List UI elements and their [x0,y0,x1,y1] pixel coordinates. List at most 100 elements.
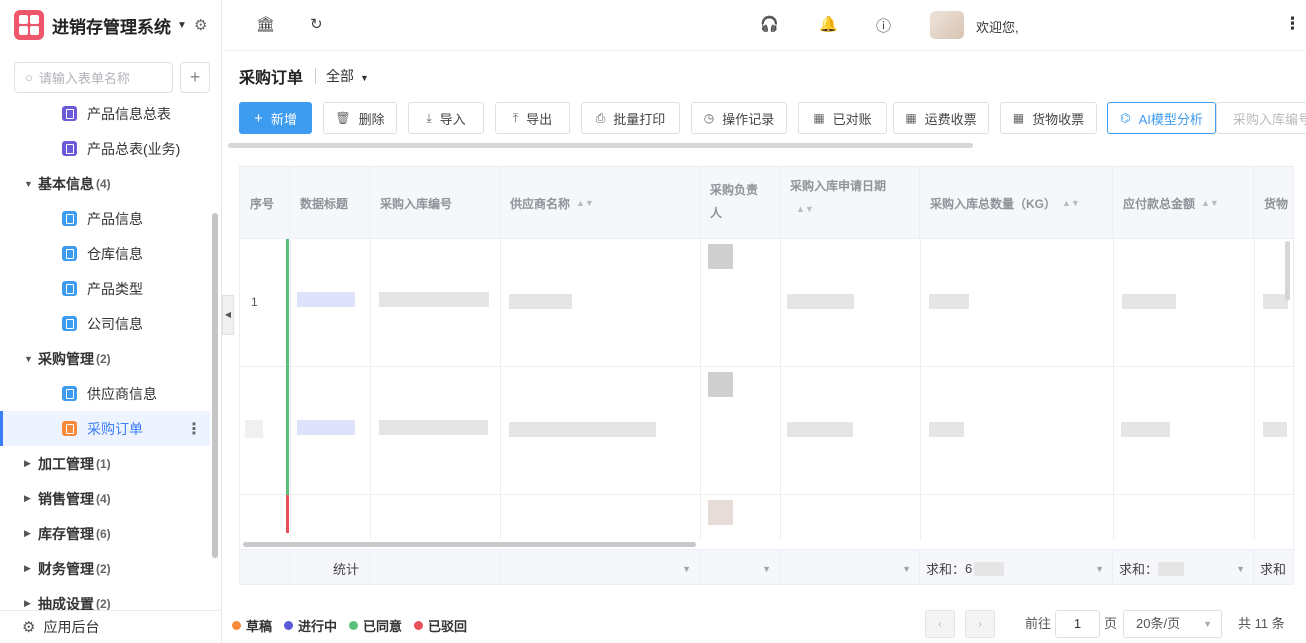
sidebar-group-sales[interactable]: ▶ 销售管理 (4) [0,481,210,516]
page-size-select[interactable]: 20条/页 ▼ [1123,610,1222,638]
redacted-cell [929,422,964,437]
status-indicator [286,495,289,533]
caret-down-icon[interactable]: ▼ [177,20,187,31]
refresh-icon[interactable]: ↻ [310,15,323,33]
reconciled-button[interactable]: ▦ 已对账 [798,102,887,134]
caret-down-icon: ▼ [902,563,911,574]
form-search-input[interactable]: ○ 请输入表单名称 [14,62,173,93]
add-form-button[interactable]: + [180,62,210,93]
caret-right-icon: ▶ [24,493,31,503]
table-row[interactable]: 1 [240,239,1293,367]
sidebar-group-inventory[interactable]: ▶ 库存管理 (6) [0,516,210,551]
redacted-cell [1122,294,1176,309]
table-row[interactable] [240,367,1293,495]
add-button[interactable]: + 新增 [239,102,312,134]
caret-down-icon: ▼ [1095,563,1104,574]
summary-row: 统计 ▼ ▼ ▼ 求和： 6 ▼ 求和： ▼ 求和 [240,549,1293,584]
more-vertical-icon[interactable]: ⋮ [1284,14,1301,34]
search-icon: ○ [25,70,33,85]
headset-icon[interactable]: 🎧 [760,15,779,33]
col-owner: 采购负责人 [700,167,780,239]
summary-dropdown[interactable]: ▼ [500,550,700,584]
redacted-avatar [708,372,733,397]
sidebar-item-product-type[interactable]: 产品类型 [0,271,210,306]
caret-down-icon: ▼ [24,353,33,364]
operation-log-button[interactable]: ◷ 操作记录 [691,102,787,134]
welcome-text[interactable]: 欢迎您, [976,17,1019,36]
sidebar-group-finance[interactable]: ▶ 财务管理 (2) [0,551,210,586]
gear-icon: ⚙ [22,619,36,636]
sidebar-item-company-info[interactable]: 公司信息 [0,306,210,341]
import-button[interactable]: ⤓ 导入 [408,102,484,134]
col-title: 数据标题 [290,167,370,239]
col-apply-date[interactable]: 采购入库申请日期 ▲▼ [780,167,920,239]
sort-icon[interactable]: ▲▼ [796,198,814,221]
table-row[interactable] [240,495,1293,549]
app-brand[interactable]: 进销存管理系统 ▼ [14,10,187,40]
bank-icon[interactable]: 🏛 [256,15,275,33]
col-total-qty[interactable]: 采购入库总数量（KG） ▲▼ [920,167,1113,239]
sidebar-item-supplier-info[interactable]: 供应商信息 [0,376,210,411]
more-vertical-icon[interactable]: ⋮ [186,419,202,439]
redacted-cell [245,420,263,438]
form-icon [62,246,77,261]
summary-dropdown[interactable]: ▼ [700,550,780,584]
app-backend-link[interactable]: ⚙ 应用后台 [0,610,222,643]
sort-icon[interactable]: ▲▼ [1201,198,1219,208]
freight-invoice-button[interactable]: ▦ 运费收票 [893,102,989,134]
sidebar-scrollbar[interactable] [212,213,218,558]
summary-dropdown[interactable]: ▼ [780,550,920,584]
export-button[interactable]: ⤒ 导出 [495,102,570,134]
redacted-cell[interactable] [297,420,355,435]
sidebar-collapse-handle[interactable]: ◀ [222,295,234,335]
sidebar-group-processing[interactable]: ▶ 加工管理 (1) [0,446,210,481]
delete-button[interactable]: 🗑 删除 [323,102,397,134]
inbound-no-button[interactable]: 采购入库编号 [1216,102,1306,134]
robot-icon: ⌬ [1120,111,1131,125]
plus-icon: + [254,109,263,127]
sidebar-group-purchase[interactable]: ▼ 采购管理 (2) [0,341,210,376]
sort-icon[interactable]: ▲▼ [576,198,594,208]
sort-icon[interactable]: ▲▼ [1062,198,1080,208]
avatar[interactable] [930,11,964,39]
redacted-avatar [708,500,733,525]
form-icon [62,106,77,121]
goods-invoice-button[interactable]: ▦ 货物收票 [1000,102,1097,134]
form-icon [62,141,77,156]
grid-icon: ▦ [905,111,917,125]
page-number-input[interactable]: 1 [1055,610,1100,638]
redacted-cell [509,294,572,309]
toolbar-scrollbar[interactable] [228,143,973,148]
table-vertical-scrollbar[interactable] [1285,241,1290,301]
redacted-value [974,561,1005,576]
summary-dropdown[interactable]: 求和 [1254,550,1293,584]
settings-gear-icon[interactable]: ⚙ [194,16,207,34]
ai-analysis-button[interactable]: ⌬ AI模型分析 [1107,102,1216,134]
summary-dropdown[interactable]: 求和： 6 ▼ [920,550,1113,584]
redacted-cell[interactable] [297,292,355,307]
view-filter-dropdown[interactable]: 全部 ▼ [326,66,369,86]
grid-icon: ▦ [1012,111,1025,125]
redacted-cell [1121,422,1170,437]
batch-print-button[interactable]: ⎙ 批量打印 [581,102,680,134]
col-payable[interactable]: 应付款总金额 ▲▼ [1113,167,1254,239]
nav-tree: 产品信息总表 产品总表(业务) ▼ 基本信息 (4) 产品信息 仓库信息 产品类型 … [0,96,210,621]
redacted-cell [787,294,854,309]
table-horizontal-scrollbar[interactable] [243,542,696,547]
col-goods: 货物 [1264,196,1289,211]
sidebar-item-product-info[interactable]: 产品信息 [0,201,210,236]
form-icon [62,316,77,331]
prev-page-button[interactable]: ‹ [925,610,955,638]
sidebar-item-product-total-business[interactable]: 产品总表(业务) [0,131,210,166]
summary-label: 统计 [290,550,370,584]
sidebar-item-purchase-order[interactable]: 采购订单 ⋮ [0,411,210,446]
summary-dropdown[interactable]: 求和： ▼ [1113,550,1254,584]
sidebar-group-basic-info[interactable]: ▼ 基本信息 (4) [0,166,210,201]
next-page-button[interactable]: › [965,610,995,638]
help-icon[interactable]: ⓘ [876,15,891,36]
status-indicator [286,239,289,367]
bell-icon[interactable]: 🔔 [819,15,838,33]
col-supplier[interactable]: 供应商名称 ▲▼ [500,167,700,239]
sidebar-item-warehouse-info[interactable]: 仓库信息 [0,236,210,271]
sidebar-item-product-info-total[interactable]: 产品信息总表 [0,96,210,131]
